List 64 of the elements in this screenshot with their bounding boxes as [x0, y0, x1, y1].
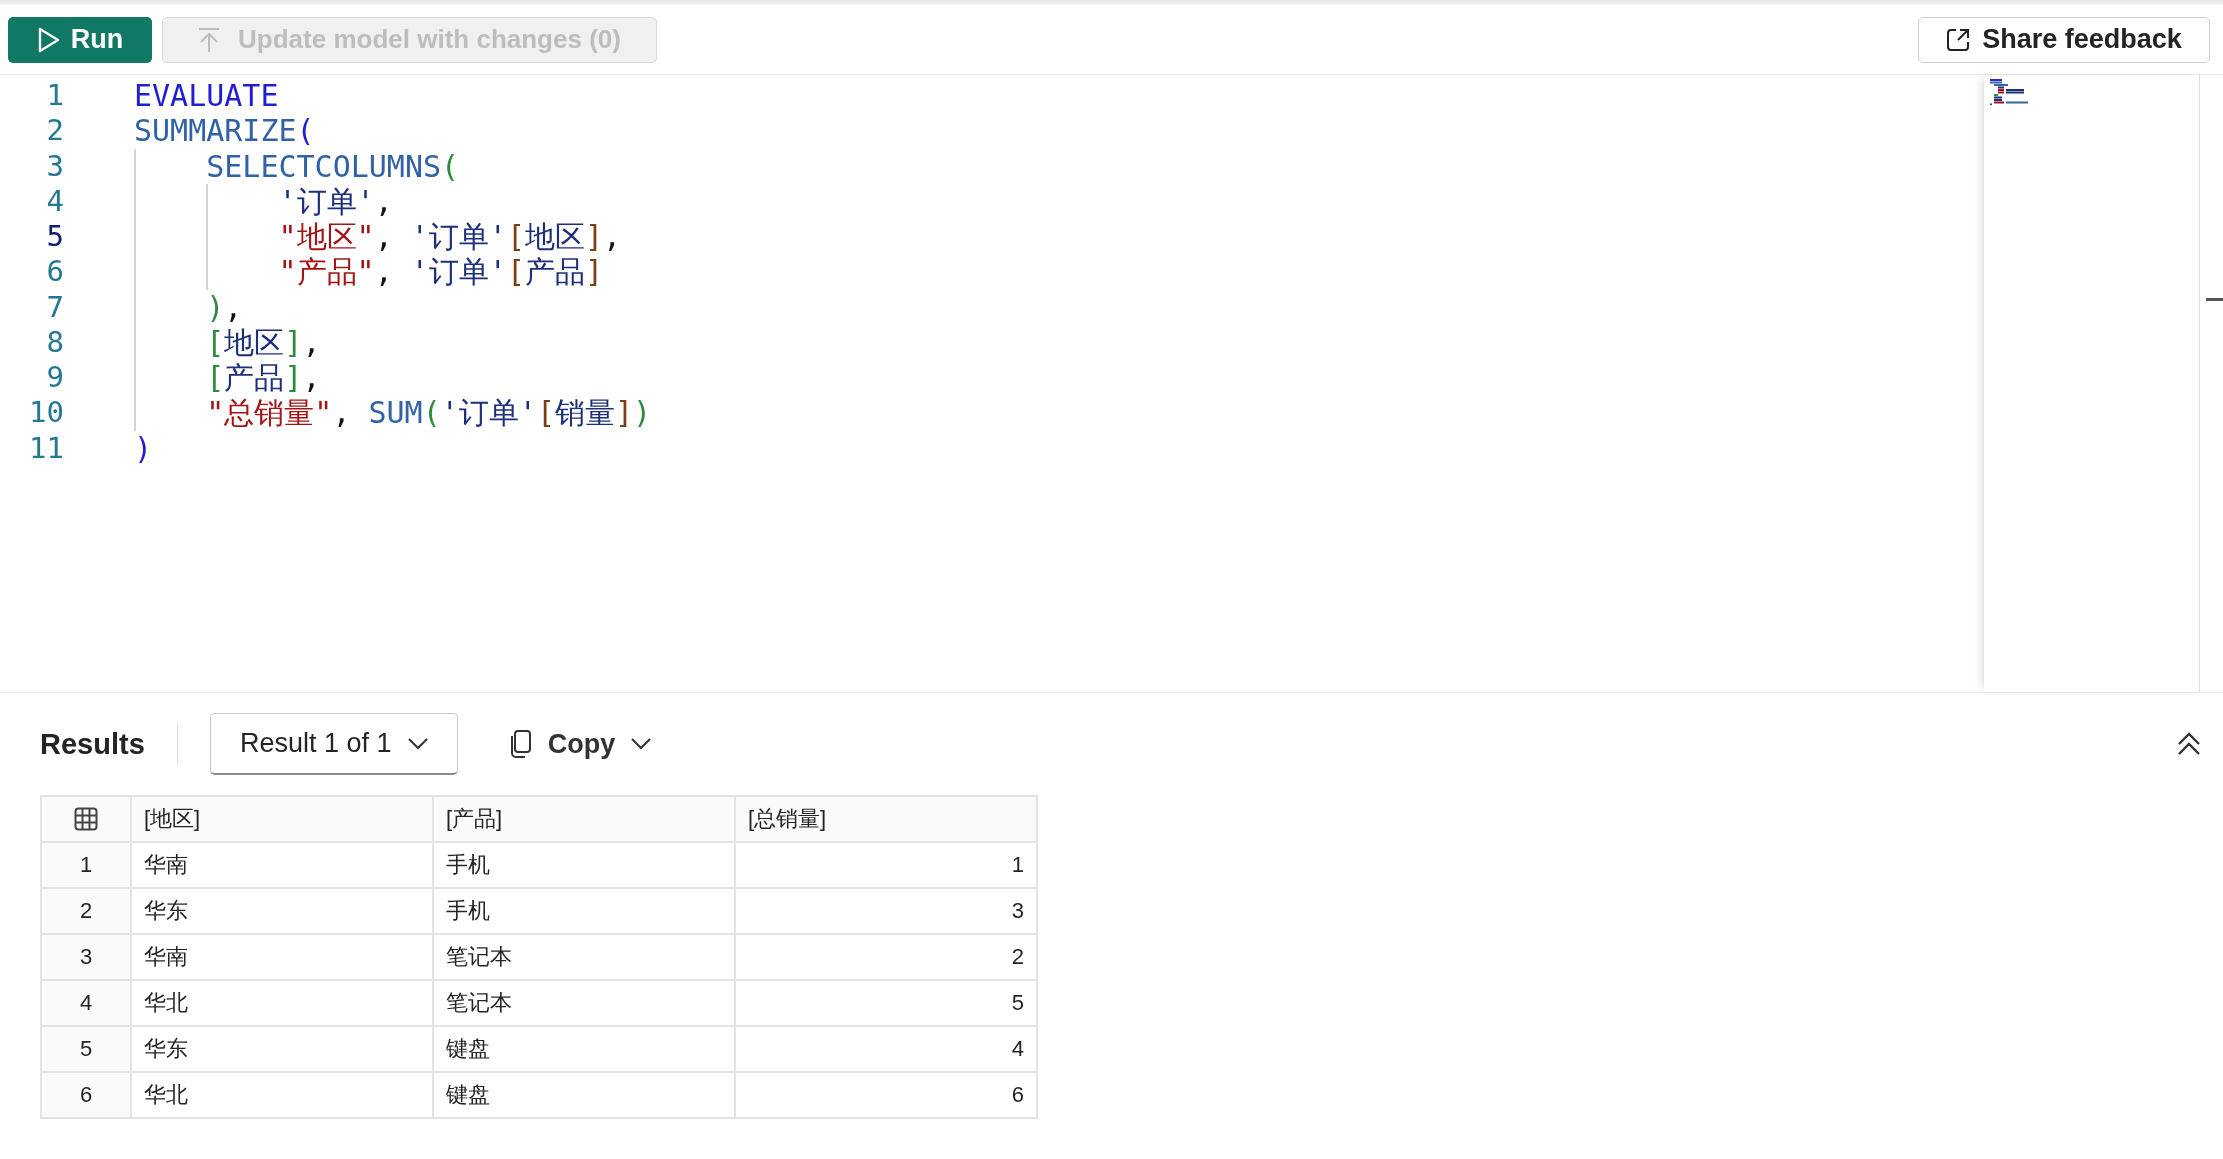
line-number: 8 [45, 324, 65, 361]
line-number: 3 [45, 148, 65, 184]
line-number: 6 [45, 254, 65, 290]
table-cell: 笔记本 [433, 980, 735, 1026]
code-line: [地区], [205, 324, 321, 361]
code-line: SUMMARIZE( [134, 113, 315, 149]
line-number: 10 [28, 395, 65, 431]
chevron-down-icon [407, 737, 428, 750]
row-number: 5 [41, 1026, 131, 1072]
double-chevron-up-icon [2177, 732, 2201, 756]
row-number: 1 [41, 842, 131, 888]
column-header[interactable]: [总销量] [735, 796, 1037, 842]
column-header[interactable]: [地区] [131, 796, 433, 842]
table-cell: 华北 [131, 1072, 433, 1118]
code-line: [产品], [205, 360, 321, 396]
table-cell: 笔记本 [433, 934, 735, 980]
column-header[interactable]: [产品] [433, 796, 735, 842]
table-cell: 1 [735, 842, 1037, 888]
line-number: 5 [45, 219, 65, 255]
copy-button[interactable]: Copy [509, 728, 652, 760]
run-button[interactable]: Run [8, 16, 152, 63]
code-line: ) [134, 430, 153, 466]
table-cell: 手机 [433, 842, 735, 888]
row-number: 4 [41, 980, 131, 1026]
line-number: 1 [45, 78, 65, 114]
table-cell: 2 [735, 934, 1037, 980]
external-link-icon [1946, 27, 1971, 52]
line-number: 11 [28, 430, 65, 466]
code-line: SELECTCOLUMNS( [205, 148, 460, 184]
code-line: '订单', [277, 183, 393, 220]
play-icon [36, 26, 61, 53]
table-cell: 手机 [433, 888, 735, 934]
line-number: 4 [45, 183, 65, 220]
chevron-down-icon [631, 738, 652, 750]
table-cell: 5 [735, 980, 1037, 1026]
table-cell: 华南 [131, 842, 433, 888]
table-cell: 华东 [131, 888, 433, 934]
results-title: Results [40, 727, 145, 761]
collapse-button[interactable] [2177, 732, 2201, 756]
row-number: 6 [41, 1072, 131, 1118]
share-feedback-button[interactable]: Share feedback [1918, 16, 2210, 63]
table-cell: 华北 [131, 980, 433, 1026]
table-cell: 华南 [131, 934, 433, 980]
line-number: 2 [45, 113, 65, 149]
table-cell: 6 [735, 1072, 1037, 1118]
line-number: 7 [45, 289, 65, 325]
code-line: EVALUATE [134, 78, 279, 114]
result-dropdown[interactable]: Result 1 of 1 [209, 713, 458, 775]
line-number: 9 [45, 360, 65, 396]
code-line: "地区", '订单'[地区], [277, 219, 622, 255]
table-cell: 键盘 [433, 1072, 735, 1118]
upload-icon [198, 26, 221, 53]
table-cell: 4 [735, 1026, 1037, 1072]
row-number: 3 [41, 934, 131, 980]
code-line: "产品", '订单'[产品] [277, 254, 603, 290]
copy-icon [509, 730, 532, 758]
code-line: ), [205, 289, 243, 325]
table-icon [74, 807, 98, 831]
table-cell: 华东 [131, 1026, 433, 1072]
table-cell: 键盘 [433, 1026, 735, 1072]
table-cell: 3 [735, 888, 1037, 934]
overview-ruler-mark [2206, 298, 2223, 301]
row-number: 2 [41, 888, 131, 934]
code-line: "总销量", SUM('订单'[销量]) [205, 395, 652, 431]
